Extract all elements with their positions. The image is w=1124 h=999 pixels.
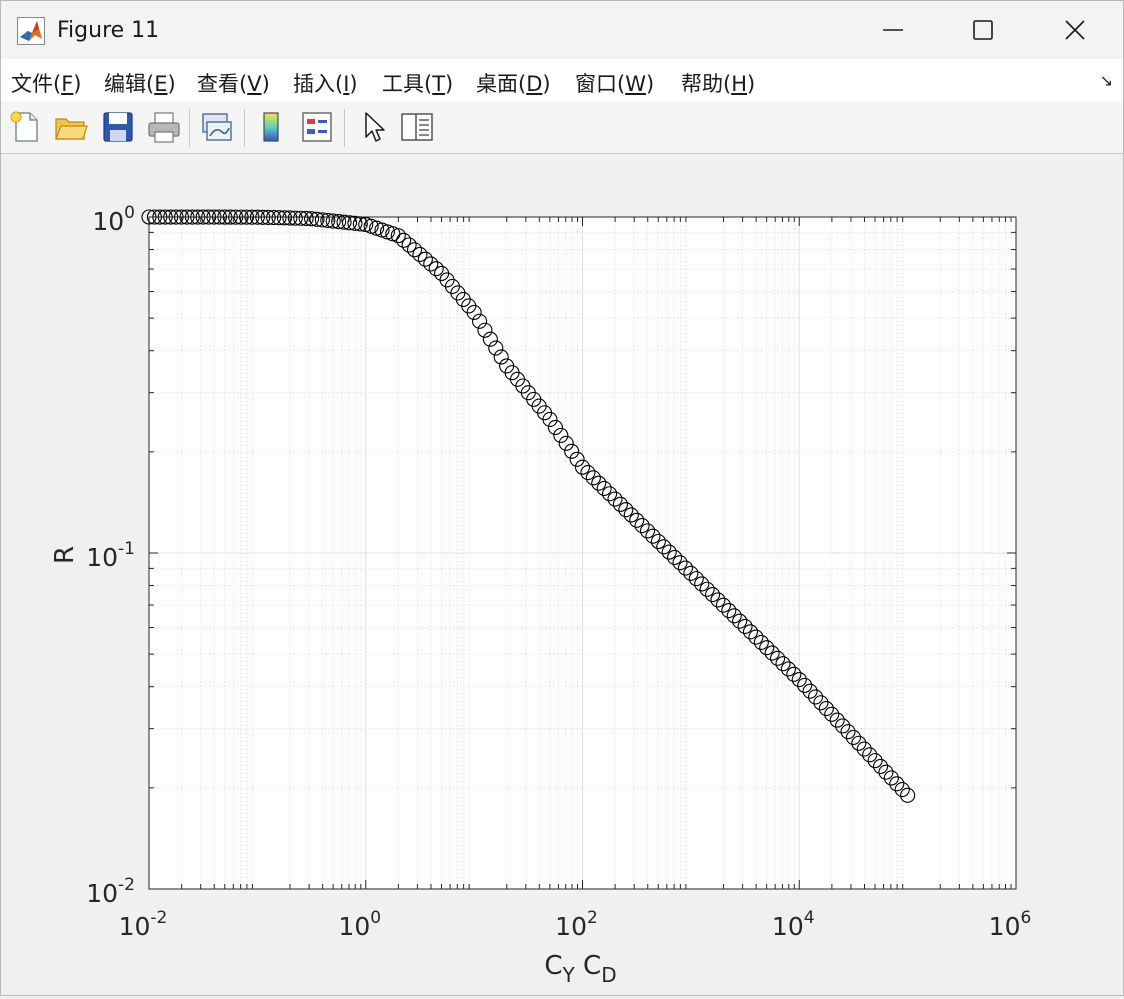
toolbar-separator	[344, 109, 345, 147]
x-tick-label: 10-2	[119, 908, 168, 941]
menu-desktop[interactable]: 桌面(D)	[476, 68, 551, 98]
menu-insert[interactable]: 插入(I)	[293, 68, 358, 98]
y-tick-label: 10-1	[86, 539, 135, 572]
dock-arrow-icon[interactable]: ↘	[1100, 71, 1113, 90]
matlab-logo-icon	[17, 17, 45, 45]
maximize-icon	[973, 20, 993, 40]
menu-tools[interactable]: 工具(T)	[382, 68, 453, 98]
x-tick-label: 106	[989, 908, 1032, 941]
link-plot-icon[interactable]	[199, 110, 233, 144]
toolbar-separator	[244, 109, 245, 147]
y-tick-labels: 10-2 10-1 100	[86, 203, 135, 908]
legend-icon[interactable]	[300, 110, 334, 144]
x-tick-label: 100	[338, 908, 381, 941]
minimize-button[interactable]	[847, 1, 939, 59]
y-tick-label: 10-2	[86, 875, 135, 908]
menu-help[interactable]: 帮助(H)	[681, 68, 755, 98]
log-log-plot[interactable]: 10-2 100 102 104 106 10-2 10-1 100 CY CD R	[1, 154, 1123, 995]
colorbar-icon[interactable]	[254, 110, 288, 144]
minimize-icon	[883, 29, 903, 31]
x-tick-labels: 10-2 100 102 104 106	[119, 908, 1032, 941]
x-tick-label: 102	[555, 908, 598, 941]
menu-file[interactable]: 文件(F)	[11, 68, 82, 98]
close-button[interactable]	[1029, 1, 1121, 59]
menu-window[interactable]: 窗口(W)	[575, 68, 654, 98]
close-icon	[1065, 20, 1085, 40]
toolbar-separator	[189, 109, 190, 147]
title-bar[interactable]: Figure 11	[1, 1, 1123, 59]
y-tick-label: 100	[92, 203, 135, 236]
menu-edit[interactable]: 编辑(E)	[104, 68, 176, 98]
menu-view[interactable]: 查看(V)	[197, 68, 270, 98]
property-inspector-icon[interactable]	[400, 110, 434, 144]
open-file-icon[interactable]	[54, 110, 88, 144]
window-title: Figure 11	[57, 18, 160, 43]
x-tick-label: 104	[772, 908, 815, 941]
figure-window: Figure 11 文件(F) 编辑(E) 查看(V) 插入(I) 工具(T) …	[0, 0, 1124, 996]
y-axis-label: R	[50, 546, 80, 564]
figure-toolbar	[1, 101, 1123, 154]
maximize-button[interactable]	[937, 1, 1029, 59]
pointer-icon[interactable]	[357, 110, 391, 144]
print-icon[interactable]	[147, 110, 181, 144]
figure-canvas: 10-2 100 102 104 106 10-2 10-1 100 CY CD R	[1, 154, 1123, 995]
x-axis-label: CY CD	[544, 951, 616, 987]
menu-bar: 文件(F) 编辑(E) 查看(V) 插入(I) 工具(T) 桌面(D) 窗口(W…	[1, 59, 1123, 101]
save-icon[interactable]	[101, 110, 135, 144]
new-figure-icon[interactable]	[9, 110, 43, 144]
